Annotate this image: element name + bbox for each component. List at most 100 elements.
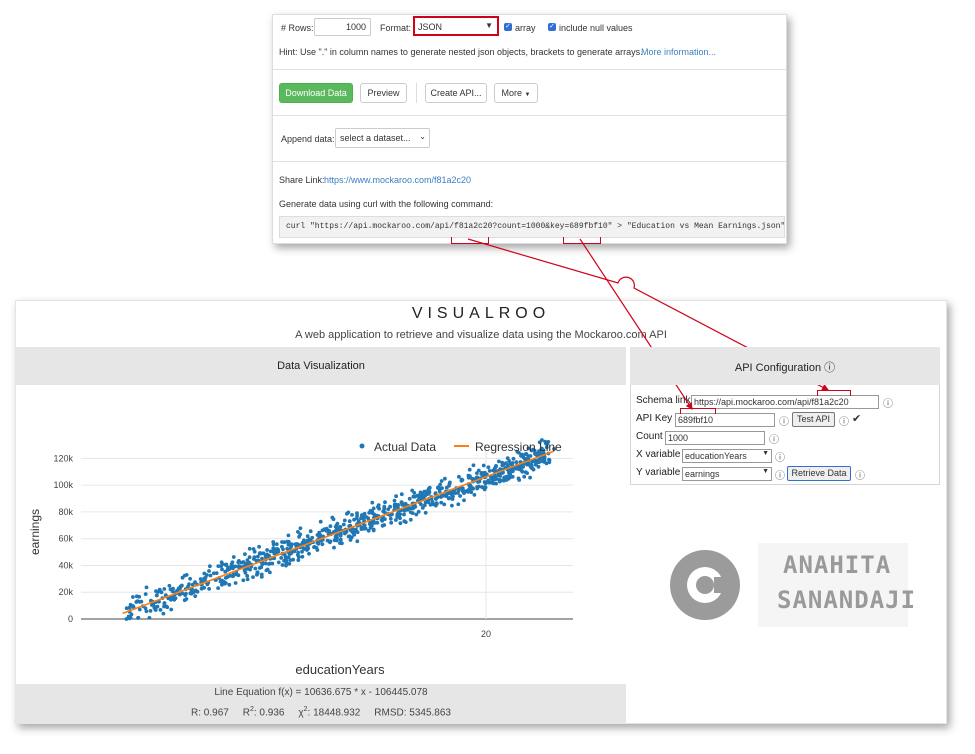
chevron-down-icon: ▼ bbox=[762, 468, 769, 475]
stats-box: Line Equation f(x) = 10636.675 * x - 106… bbox=[16, 684, 626, 723]
data-point bbox=[457, 474, 461, 479]
y-tick-label: 40k bbox=[58, 560, 73, 570]
more-button[interactable]: More ▼ bbox=[494, 83, 538, 103]
r2-label: R bbox=[242, 707, 250, 719]
data-point bbox=[332, 545, 336, 550]
info-icon[interactable]: ⓘ bbox=[883, 395, 893, 410]
data-point bbox=[411, 494, 416, 499]
retrieve-data-button[interactable]: Retrieve Data bbox=[787, 466, 851, 481]
data-point bbox=[259, 572, 264, 577]
rows-input[interactable]: 1000 bbox=[314, 18, 371, 36]
data-point bbox=[402, 512, 406, 517]
data-point bbox=[302, 538, 306, 543]
format-label: Format: bbox=[380, 23, 412, 33]
data-point bbox=[362, 523, 367, 528]
data-point bbox=[462, 491, 466, 495]
data-point bbox=[236, 573, 241, 578]
data-point bbox=[305, 548, 309, 552]
x-variable-select[interactable]: educationYears ▼ bbox=[682, 449, 772, 463]
append-select[interactable]: select a dataset... ⌄ bbox=[335, 128, 430, 148]
data-point bbox=[207, 569, 211, 573]
download-data-button[interactable]: Download Data bbox=[279, 83, 353, 103]
y-tick-label: 60k bbox=[58, 534, 73, 544]
data-point bbox=[233, 581, 238, 585]
data-point bbox=[263, 561, 268, 566]
data-point bbox=[371, 528, 376, 533]
data-point bbox=[462, 498, 466, 503]
info-icon[interactable]: ⓘ bbox=[839, 413, 849, 428]
data-point bbox=[193, 588, 198, 593]
data-point bbox=[231, 572, 236, 577]
hint-text: Hint: Use "." in column names to generat… bbox=[279, 47, 643, 57]
data-point bbox=[405, 507, 410, 512]
share-link[interactable]: https://www.mockaroo.com/f81a2c20 bbox=[324, 175, 471, 185]
data-point bbox=[224, 562, 229, 567]
scatter-chart: 0 20k 40k 60k 80k 100k 120k 20 educationYears ear… bbox=[28, 438, 573, 677]
info-icon[interactable]: ⓘ bbox=[769, 431, 779, 446]
data-point bbox=[496, 473, 500, 478]
data-point bbox=[143, 592, 148, 596]
data-point bbox=[423, 510, 428, 515]
button-separator bbox=[416, 83, 417, 103]
chevron-down-icon: ▼ bbox=[762, 450, 769, 457]
check-mark-icon: ✔ bbox=[852, 413, 862, 425]
test-api-button[interactable]: Test API bbox=[792, 412, 835, 427]
data-point bbox=[503, 476, 507, 481]
y-variable-select[interactable]: earnings ▼ bbox=[682, 467, 772, 481]
data-point bbox=[314, 545, 319, 550]
x-variable-label: X variable bbox=[636, 449, 681, 460]
data-point bbox=[268, 570, 272, 575]
data-point bbox=[386, 507, 391, 512]
data-point bbox=[542, 460, 547, 464]
data-point bbox=[328, 539, 333, 544]
curl-command[interactable]: curl "https://api.mockaroo.com/api/f81a2… bbox=[279, 216, 785, 238]
count-input[interactable]: 1000 bbox=[665, 431, 765, 445]
schema-id-highlight bbox=[817, 390, 851, 396]
info-icon[interactable]: ⓘ bbox=[779, 413, 789, 428]
include-null-checkbox[interactable]: ✓ bbox=[548, 23, 556, 31]
data-point bbox=[257, 544, 261, 549]
info-icon[interactable]: ⓘ bbox=[775, 449, 785, 464]
data-point bbox=[247, 546, 252, 551]
data-point bbox=[268, 549, 273, 554]
info-icon[interactable]: ⓘ bbox=[775, 467, 785, 482]
data-point bbox=[162, 604, 166, 609]
data-point bbox=[219, 560, 224, 565]
data-point bbox=[307, 551, 311, 556]
data-point bbox=[236, 560, 241, 565]
data-point bbox=[419, 502, 423, 507]
data-point bbox=[382, 506, 387, 511]
data-point bbox=[511, 456, 516, 461]
info-icon[interactable]: ⓘ bbox=[855, 467, 865, 482]
data-point bbox=[286, 533, 291, 538]
data-point bbox=[450, 493, 454, 497]
data-point bbox=[402, 519, 407, 524]
format-select[interactable]: JSON ▼ bbox=[413, 16, 499, 36]
y-variable-row: Y variable earnings ▼ ⓘ Retrieve Data ⓘ bbox=[631, 466, 939, 482]
schema-input[interactable]: https://api.mockaroo.com/api/f81a2c20 bbox=[691, 395, 879, 409]
create-api-button[interactable]: Create API... bbox=[425, 83, 487, 103]
data-point bbox=[208, 564, 212, 569]
data-point bbox=[300, 554, 305, 559]
more-info-link[interactable]: More information... bbox=[641, 47, 716, 57]
data-point bbox=[322, 527, 327, 532]
info-icon[interactable]: ⓘ bbox=[824, 362, 835, 374]
data-point bbox=[529, 463, 533, 467]
x-tick-label: 20 bbox=[481, 629, 491, 639]
data-point bbox=[533, 459, 537, 464]
data-point bbox=[368, 508, 373, 513]
data-point bbox=[225, 575, 230, 579]
data-point bbox=[267, 561, 272, 566]
preview-button[interactable]: Preview bbox=[360, 83, 407, 103]
api-key-input[interactable]: 689fbf10 bbox=[675, 413, 775, 427]
array-label: array bbox=[515, 23, 536, 33]
data-point bbox=[481, 463, 486, 468]
data-point bbox=[168, 587, 173, 592]
array-checkbox[interactable]: ✓ bbox=[504, 23, 512, 31]
data-point bbox=[426, 492, 431, 496]
data-point bbox=[410, 488, 415, 493]
data-point bbox=[453, 491, 458, 495]
r-value: R: 0.967 bbox=[191, 707, 229, 719]
mockaroo-panel: # Rows: 1000 Format: JSON ▼ ✓ array ✓ in… bbox=[272, 14, 787, 244]
data-point bbox=[153, 607, 158, 612]
